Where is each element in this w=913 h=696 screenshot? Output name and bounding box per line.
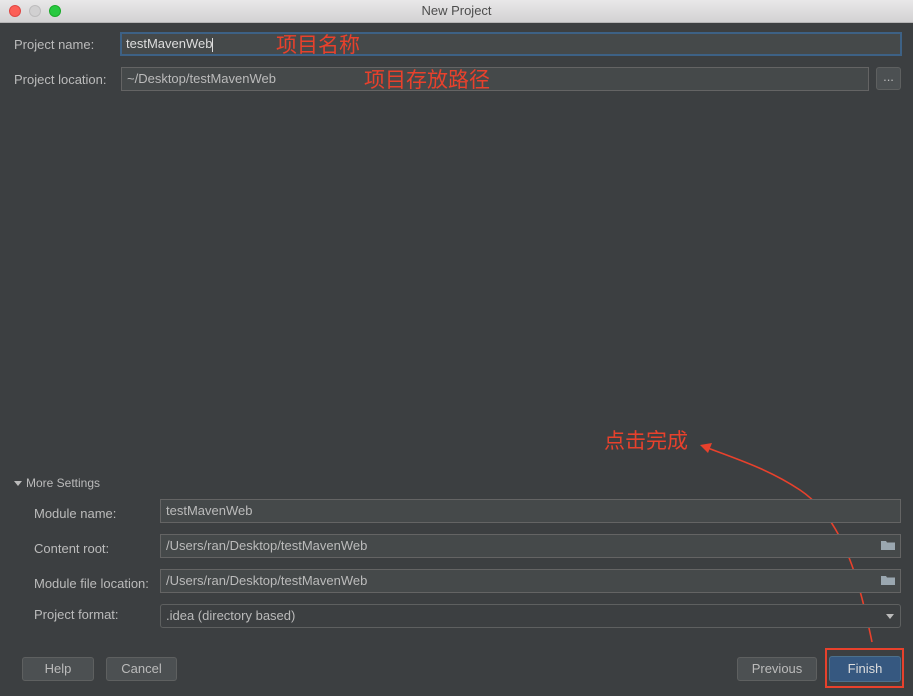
module-file-location-label: Module file location: [34, 576, 149, 591]
finish-highlight-box [825, 648, 904, 688]
previous-button[interactable]: Previous [737, 657, 817, 681]
folder-icon[interactable] [881, 575, 895, 585]
project-format-label: Project format: [34, 607, 119, 622]
help-button[interactable]: Help [22, 657, 94, 681]
more-settings-label: More Settings [26, 476, 101, 490]
module-file-location-value: /Users/ran/Desktop/testMavenWeb [166, 573, 368, 588]
content-root-value: /Users/ran/Desktop/testMavenWeb [166, 538, 368, 553]
content-root-label: Content root: [34, 541, 110, 556]
project-format-select[interactable]: .idea (directory based) [160, 604, 901, 628]
folder-icon[interactable] [881, 540, 895, 550]
content-root-field[interactable]: /Users/ran/Desktop/testMavenWeb [160, 534, 901, 558]
cancel-button[interactable]: Cancel [106, 657, 177, 681]
module-name-value: testMavenWeb [166, 503, 253, 518]
module-file-location-field[interactable]: /Users/ran/Desktop/testMavenWeb [160, 569, 901, 593]
more-settings-toggle[interactable]: More Settings [14, 476, 100, 490]
triangle-down-icon [14, 481, 22, 487]
project-format-value: .idea (directory based) [166, 608, 296, 623]
module-name-field[interactable]: testMavenWeb [160, 499, 901, 523]
chevron-down-icon [886, 614, 894, 619]
module-name-label: Module name: [34, 506, 117, 521]
